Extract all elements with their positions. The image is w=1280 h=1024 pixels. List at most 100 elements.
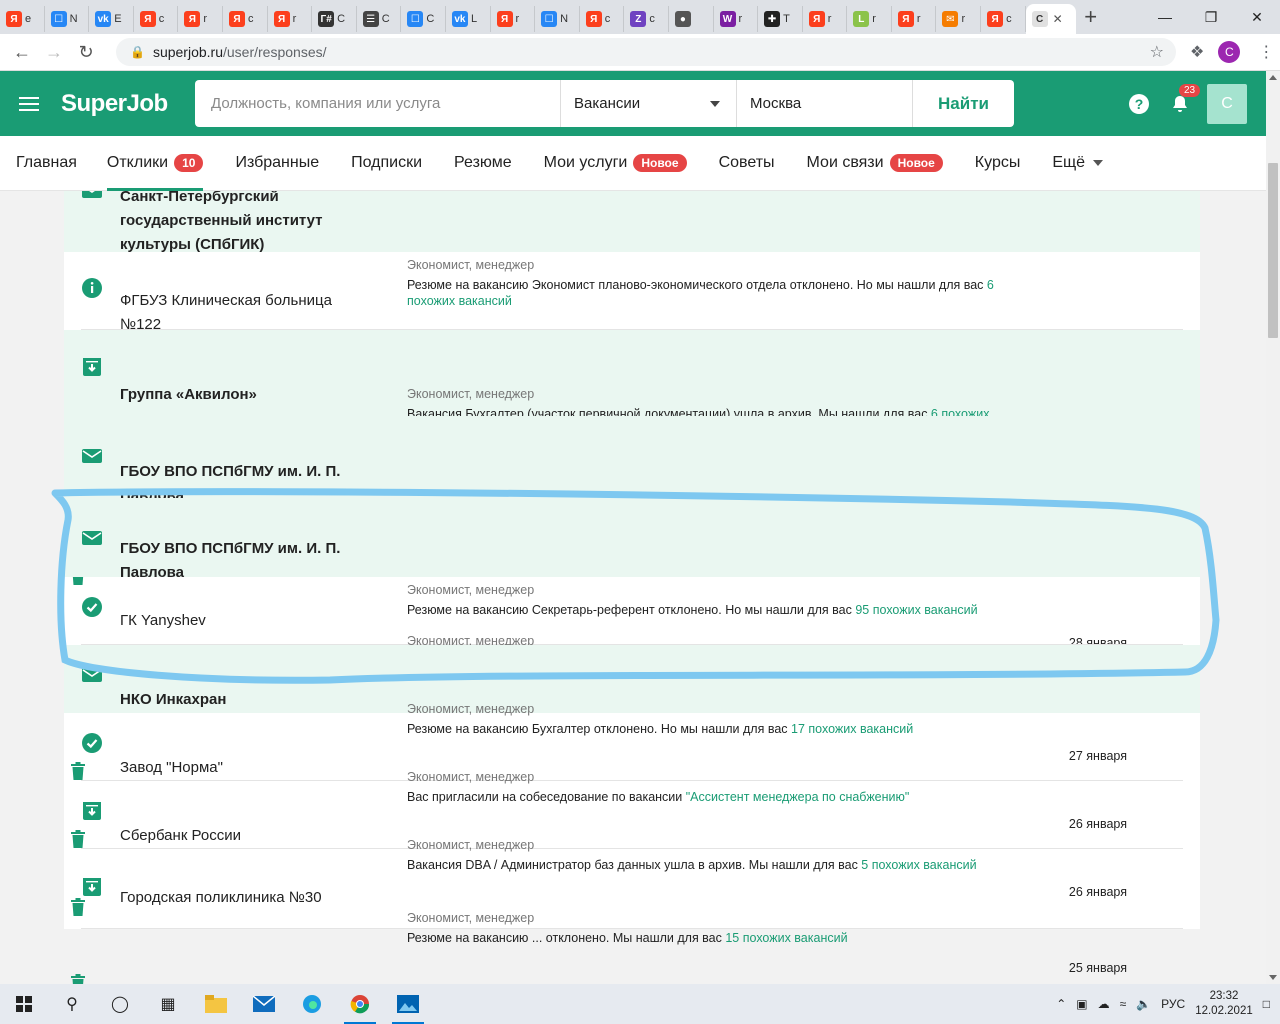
response-row[interactable]: Завод "Норма" Экономист, менеджер Вас приг…	[71, 713, 1183, 848]
extensions-puzzle-icon[interactable]: ❖	[1190, 42, 1204, 62]
response-row[interactable]: ФГБУЗ Клиническая больница №122Экономист…	[71, 252, 1183, 417]
browser-tab[interactable]: ☐ N	[535, 6, 580, 32]
onedrive-cloud-icon[interactable]: ☁	[1098, 997, 1110, 1011]
browser-tab[interactable]: Lr	[847, 6, 892, 32]
url-field[interactable]: 🔒 superjob.ru /user/responses/ ☆	[116, 38, 1176, 66]
nav-item[interactable]: Главная	[16, 136, 77, 191]
browser-tab[interactable]: Яc	[223, 6, 268, 32]
task-view-icon[interactable]: ▦	[144, 984, 192, 1024]
search-input[interactable]	[195, 80, 560, 127]
browser-tab[interactable]: Яr	[491, 6, 536, 32]
nav-item[interactable]: Курсы	[975, 136, 1021, 191]
browser-tab[interactable]: Яr	[892, 6, 937, 32]
meet-now-icon[interactable]: ▣	[1076, 997, 1087, 1011]
browser-tab[interactable]: Яr	[803, 6, 848, 32]
tab-title: C	[381, 13, 390, 25]
page-scrollbar[interactable]	[1266, 71, 1280, 984]
company-name-link[interactable]: Завод "Норма"	[120, 756, 370, 780]
reload-icon[interactable]: ↻	[70, 42, 102, 63]
cortana-icon[interactable]: ◯	[96, 984, 144, 1024]
response-row[interactable]: Сбербанк России Экономист, менеджер Ваканс…	[71, 781, 1183, 916]
tab-favicon-icon: Г#	[318, 11, 335, 27]
chrome-icon[interactable]	[336, 984, 384, 1024]
browser-profile-avatar[interactable]: C	[1218, 41, 1241, 63]
browser-tab[interactable]: Яc	[580, 6, 625, 32]
close-tab-icon[interactable]: ✕	[1053, 12, 1063, 26]
tray-chevron-up-icon[interactable]: ⌃	[1056, 997, 1066, 1011]
browser-tab[interactable]: Яr	[268, 6, 313, 32]
hamburger-menu-icon[interactable]	[19, 96, 39, 111]
photos-icon[interactable]	[384, 984, 432, 1024]
browser-tab[interactable]: Wr	[714, 6, 759, 32]
forward-arrow-icon[interactable]: →	[38, 42, 70, 63]
response-row[interactable]: ГБОУ ВПО ПСПбГМУ им. И. П. ПавловаЭконом…	[64, 416, 1200, 585]
nav-item[interactable]: Избранные	[235, 136, 319, 191]
taskbar-clock[interactable]: 23:32 12.02.2021	[1195, 989, 1253, 1019]
notification-center-icon[interactable]: □	[1263, 997, 1270, 1011]
search-button[interactable]: Найти	[912, 80, 1014, 127]
response-row[interactable]: Городская поликлиника №30 Экономист, мене…	[71, 849, 1183, 984]
search-type-select[interactable]: Вакансии	[560, 80, 736, 127]
tab-title: C	[337, 13, 346, 25]
browser-menu-icon[interactable]: ⋮	[1258, 42, 1274, 62]
browser-tab[interactable]: Яc	[981, 6, 1026, 32]
response-row[interactable]: ГБОУ ВПО ПСПбГМУ им. И. П. ПавловаЭконом…	[64, 498, 1200, 667]
superjob-logo[interactable]: SuperJob	[61, 90, 175, 118]
nav-item[interactable]: Ещё	[1052, 136, 1104, 191]
search-icon[interactable]: ⚲	[48, 984, 96, 1024]
company-name-link[interactable]: Санкт-Петербургский государственный инст…	[120, 185, 370, 257]
similar-vacancies-link[interactable]: 15 похожих вакансий	[725, 931, 847, 945]
browser-tab[interactable]: Яe	[0, 6, 45, 32]
minimize-icon[interactable]: —	[1142, 0, 1188, 34]
browser-tab[interactable]: ✚ T	[758, 6, 803, 32]
scroll-down-arrow-icon[interactable]	[1269, 975, 1277, 980]
response-row[interactable]: Группа «Аквилон» Экономист, менеджер Вакан…	[64, 330, 1200, 488]
nav-item[interactable]: Мои связи Новое	[807, 136, 943, 191]
bookmark-star-icon[interactable]: ☆	[1150, 42, 1164, 62]
active-tab[interactable]: C ✕	[1025, 4, 1076, 34]
new-tab-button[interactable]: +	[1076, 4, 1106, 30]
response-row[interactable]: НКО Инкахран Экономист, менеджер Резюме на…	[64, 645, 1200, 780]
company-name-link[interactable]: Группа «Аквилон»	[120, 383, 370, 407]
notifications-bell-icon[interactable]: 23	[1170, 83, 1201, 114]
nav-item[interactable]: Отклики 10	[106, 136, 204, 191]
response-row[interactable]: ГК YanyshevЭкономист, менеджерВас пригла…	[71, 577, 1183, 712]
browser-tab[interactable]: Г# C	[312, 6, 357, 32]
browser-tab[interactable]: Яr	[178, 6, 223, 32]
file-explorer-icon[interactable]	[192, 984, 240, 1024]
city-input[interactable]: Москва	[736, 80, 912, 127]
company-name-link[interactable]: НКО Инкахран	[120, 688, 370, 712]
company-name-link[interactable]: Городская поликлиника №30	[120, 886, 370, 910]
chevron-down-icon	[1093, 160, 1104, 166]
archive-status-icon	[81, 356, 103, 378]
help-icon[interactable]: ?	[1129, 93, 1149, 114]
maximize-icon[interactable]: ❐	[1188, 0, 1234, 34]
browser-tab[interactable]: ●	[669, 6, 714, 32]
trash-icon[interactable]	[71, 974, 85, 984]
close-window-icon[interactable]: ✕	[1234, 0, 1280, 34]
nav-item[interactable]: Советы	[719, 136, 775, 191]
nav-item[interactable]: Мои услуги Новое	[544, 136, 687, 191]
browser-tab[interactable]: Zc	[624, 6, 669, 32]
browser-tab[interactable]: ✉ r	[936, 6, 982, 32]
browser-tab[interactable]: ☐ N	[45, 6, 90, 32]
company-name-link[interactable]: Сбербанк России	[120, 824, 370, 848]
language-indicator[interactable]: РУС	[1161, 997, 1185, 1011]
scrollbar-thumb[interactable]	[1268, 163, 1278, 338]
volume-icon[interactable]: 🔈	[1136, 997, 1151, 1011]
wifi-icon[interactable]: ≈	[1120, 997, 1127, 1011]
mail-icon[interactable]	[240, 984, 288, 1024]
windows-start-icon[interactable]	[0, 984, 48, 1024]
user-avatar[interactable]: С	[1207, 83, 1247, 124]
company-name-link[interactable]: ГК Yanyshev	[120, 609, 370, 633]
edge-icon[interactable]	[288, 984, 336, 1024]
browser-tab[interactable]: Яc	[134, 6, 179, 32]
browser-tab[interactable]: ☐ C	[401, 6, 446, 32]
nav-item[interactable]: Резюме	[454, 136, 512, 191]
nav-item[interactable]: Подписки	[351, 136, 422, 191]
browser-tab[interactable]: ☰ C	[357, 6, 402, 32]
browser-tab[interactable]: vk L	[446, 6, 491, 32]
back-arrow-icon[interactable]: ←	[6, 42, 38, 63]
scroll-up-arrow-icon[interactable]	[1269, 75, 1277, 80]
browser-tab[interactable]: vk E	[89, 6, 134, 32]
